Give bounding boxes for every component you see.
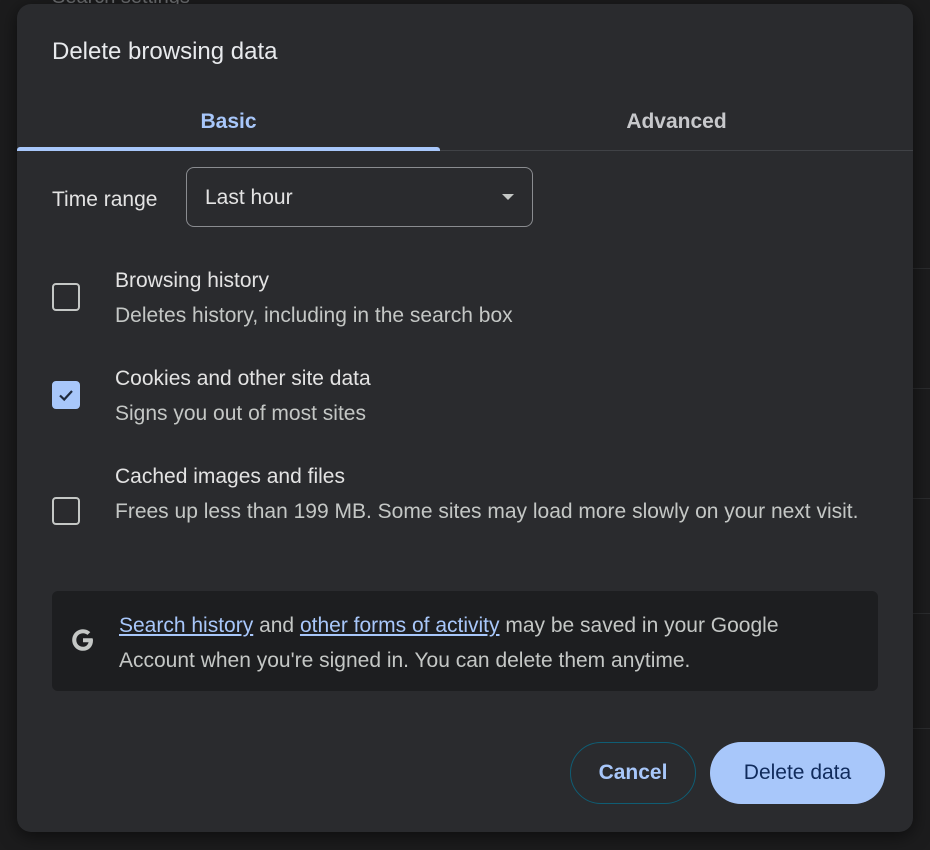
dropdown-arrow-icon (502, 194, 514, 200)
backdrop-divider (913, 613, 930, 614)
search-history-link[interactable]: Search history (119, 614, 253, 637)
tab-basic[interactable]: Basic (17, 94, 440, 150)
dialog-title: Delete browsing data (52, 38, 278, 65)
google-activity-notice: Search history and other forms of activi… (52, 591, 878, 691)
option-description: Deletes history, including in the search… (115, 304, 513, 327)
google-g-icon (72, 629, 93, 651)
tab-advanced[interactable]: Advanced (440, 94, 913, 150)
option-description: Signs you out of most sites (115, 402, 366, 425)
time-range-select[interactable]: Last hour (186, 167, 533, 227)
option-description: Frees up less than 199 MB. Some sites ma… (115, 500, 859, 523)
option-title: Cached images and files (115, 465, 345, 488)
tab-selected-indicator (17, 147, 440, 151)
option-title: Cookies and other site data (115, 367, 371, 390)
delete-browsing-data-dialog: Delete browsing data Basic Advanced Time… (17, 4, 913, 832)
time-range-label: Time range (52, 188, 158, 211)
backdrop-divider (913, 268, 930, 269)
cookies-checkbox[interactable] (52, 381, 80, 409)
backdrop-divider (913, 498, 930, 499)
cached-images-checkbox[interactable] (52, 497, 80, 525)
delete-data-button[interactable]: Delete data (710, 742, 885, 804)
other-activity-link[interactable]: other forms of activity (300, 614, 500, 637)
option-title: Browsing history (115, 269, 270, 292)
time-range-value: Last hour (205, 186, 293, 209)
notice-text: Search history and other forms of activi… (119, 608, 859, 678)
checkmark-icon (59, 390, 73, 402)
notice-text-segment: and (253, 614, 300, 637)
backdrop-divider (913, 728, 930, 729)
backdrop-divider (913, 388, 930, 389)
tab-bar: Basic Advanced (17, 94, 913, 151)
browsing-history-checkbox[interactable] (52, 283, 80, 311)
cancel-button[interactable]: Cancel (570, 742, 696, 804)
